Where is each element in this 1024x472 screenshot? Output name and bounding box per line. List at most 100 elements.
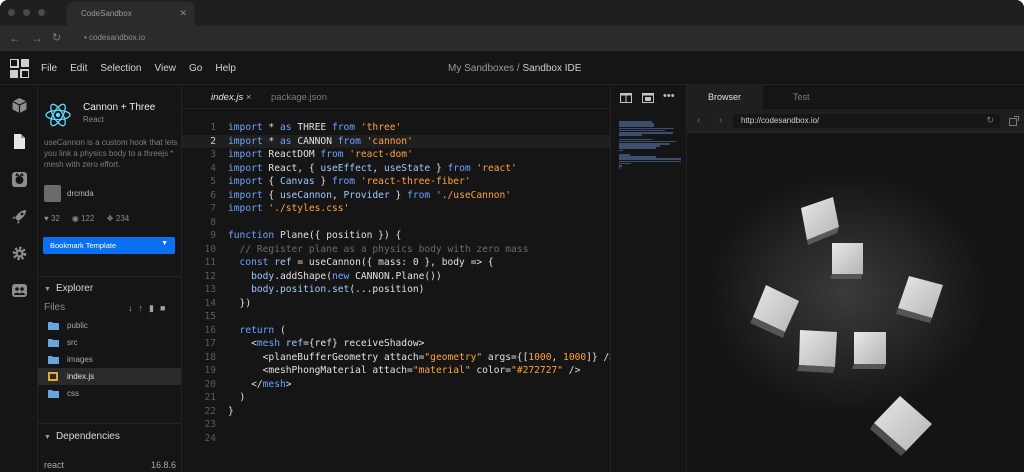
rocket-icon[interactable] (11, 208, 28, 225)
cube-icon[interactable] (11, 97, 28, 114)
fork-icon: ❖ (106, 214, 114, 223)
minimize-window-dot[interactable] (23, 9, 30, 16)
upload-icon[interactable]: ↑ (139, 303, 144, 314)
code-line[interactable]: 7 import './styles.css' (182, 202, 610, 216)
code-text: ) (228, 391, 246, 405)
menu-help[interactable]: Help (215, 63, 236, 74)
code-line[interactable]: 10 // Register plane as a physics body w… (182, 243, 610, 257)
code-line[interactable]: 22} (182, 405, 610, 419)
file-tree-item[interactable]: css (38, 385, 181, 402)
code-token: position (280, 284, 327, 295)
back-arrow-icon[interactable]: ← (9, 31, 21, 45)
explorer-header[interactable]: ▼ Explorer (44, 283, 93, 294)
folder-icon (48, 356, 59, 364)
code-token: 'react-dom' (343, 149, 413, 160)
code-token: } (314, 176, 332, 187)
code-line[interactable]: 4 import React, { useEffect, useState } f… (182, 162, 610, 176)
menu-view[interactable]: View (155, 63, 177, 74)
code-token: function (228, 230, 275, 241)
code-line[interactable]: 17 <mesh ref={ref} receiveShadow> (182, 337, 610, 351)
dependency-item[interactable]: react 16.8.6 (44, 460, 176, 470)
code-line[interactable]: 14 }) (182, 297, 610, 311)
people-icon[interactable] (11, 282, 28, 299)
code-token: from (331, 176, 356, 187)
menu-file[interactable]: File (41, 63, 57, 74)
forks-stat[interactable]: ❖ 234 (106, 214, 129, 223)
code-line[interactable]: 23 (182, 418, 610, 432)
preview-reload-icon[interactable]: ↻ (986, 115, 994, 126)
tab-test[interactable]: Test (793, 92, 810, 102)
preview-url-input[interactable]: http://codesandbox.io/ ↻ (733, 114, 1000, 128)
code-line[interactable]: 5 import { Canvas } from 'react-three-fib… (182, 175, 610, 189)
code-line[interactable]: 19 <meshPhongMaterial attach="material" … (182, 364, 610, 378)
preview-back-icon[interactable]: ‹ (697, 115, 700, 126)
menu-edit[interactable]: Edit (70, 63, 87, 74)
tab-package-json[interactable]: package.json (271, 92, 327, 103)
code-line[interactable]: 24 (182, 432, 610, 446)
new-folder-icon[interactable]: ■ (160, 303, 165, 314)
download-icon[interactable]: ↓ (128, 303, 133, 314)
line-number: 17 (204, 338, 216, 349)
code-line[interactable]: 16 return ( (182, 324, 610, 338)
file-tree-item-active[interactable]: index.js (38, 368, 181, 385)
activity-bar (0, 85, 38, 472)
code-line[interactable]: 15 (182, 310, 610, 324)
code-line[interactable]: 21 ) (182, 391, 610, 405)
code-text: <meshPhongMaterial attach="material" col… (228, 364, 581, 378)
breadcrumb-parent[interactable]: My Sandboxes / (448, 63, 520, 74)
forward-arrow-icon[interactable]: → (31, 31, 43, 45)
code-text: import * as CANNON from 'cannon' (228, 135, 413, 149)
tab-index-js[interactable]: index.js × (211, 92, 251, 103)
maximize-window-dot[interactable] (38, 9, 45, 16)
code-token: * (262, 135, 280, 147)
likes-stat[interactable]: ♥ 32 (44, 214, 60, 223)
code-token: return (228, 324, 275, 336)
code-line[interactable]: 11 const ref = useCannon({ mass: 0 }, bo… (182, 256, 610, 270)
split-view-icon[interactable] (620, 93, 632, 103)
code-token: , (372, 162, 384, 174)
browser-tab[interactable]: CodeSandbox ✕ (67, 2, 195, 26)
tab-close-icon[interactable]: ✕ (179, 8, 187, 19)
code-line[interactable]: 18 <planeBufferGeometry attach="geometry… (182, 351, 615, 365)
code-line[interactable]: 9 function Plane({ position }) { (182, 229, 610, 243)
code-line[interactable]: 20 </mesh> (182, 378, 610, 392)
code-token: > (285, 378, 292, 390)
author-name[interactable]: drcmda (67, 189, 94, 198)
preview-forward-icon[interactable]: › (719, 115, 722, 126)
codesandbox-logo-icon[interactable] (10, 59, 29, 78)
open-new-window-icon[interactable] (1009, 116, 1019, 126)
3d-scene-canvas[interactable] (687, 133, 1024, 472)
code-line[interactable]: 3 import ReactDOM from 'react-dom' (182, 148, 610, 162)
preview-layout-icon[interactable] (642, 93, 654, 103)
bookmark-template-button[interactable]: Bookmark Template ▼ (43, 237, 175, 254)
bookmark-button-label: Bookmark Template (50, 241, 117, 250)
menu-go[interactable]: Go (189, 63, 202, 74)
tab-close-icon[interactable]: × (246, 92, 252, 103)
gear-icon[interactable] (11, 245, 28, 262)
code-token: import (228, 122, 263, 133)
code-line[interactable]: 12 body.addShape(new CANNON.Plane()) (182, 270, 610, 284)
code-token: color= (470, 365, 512, 376)
code-line[interactable]: 6 import { useCannon, Provider } from './… (182, 189, 610, 203)
menu-selection[interactable]: Selection (100, 63, 141, 74)
code-line[interactable]: 13 body.position.set(...position) (182, 283, 610, 297)
code-line[interactable]: 1 import * as THREE from 'three' (182, 121, 610, 135)
file-tree-item[interactable]: images (38, 351, 181, 368)
tab-browser[interactable]: Browser (708, 92, 741, 102)
new-file-icon[interactable]: ▮ (149, 303, 154, 314)
github-icon[interactable] (11, 171, 28, 188)
code-line[interactable]: 8 (182, 216, 610, 230)
avatar[interactable] (44, 185, 61, 202)
file-tree-item[interactable]: src (38, 334, 181, 351)
code-token: React, { (262, 162, 321, 174)
chevron-down-icon: ▼ (161, 240, 168, 247)
dependency-name: react (44, 460, 65, 470)
dependencies-header[interactable]: ▼ Dependencies (44, 431, 120, 442)
code-line[interactable]: 2 import * as CANNON from 'cannon' (182, 134, 610, 149)
file-tree-item[interactable]: public (38, 317, 181, 334)
reload-icon[interactable]: ↻ (52, 31, 61, 44)
close-window-dot[interactable] (8, 9, 15, 16)
browser-url[interactable]: • codesandbox.io (84, 33, 145, 42)
more-options-icon[interactable]: ••• (663, 90, 675, 102)
file-icon[interactable] (11, 133, 28, 150)
